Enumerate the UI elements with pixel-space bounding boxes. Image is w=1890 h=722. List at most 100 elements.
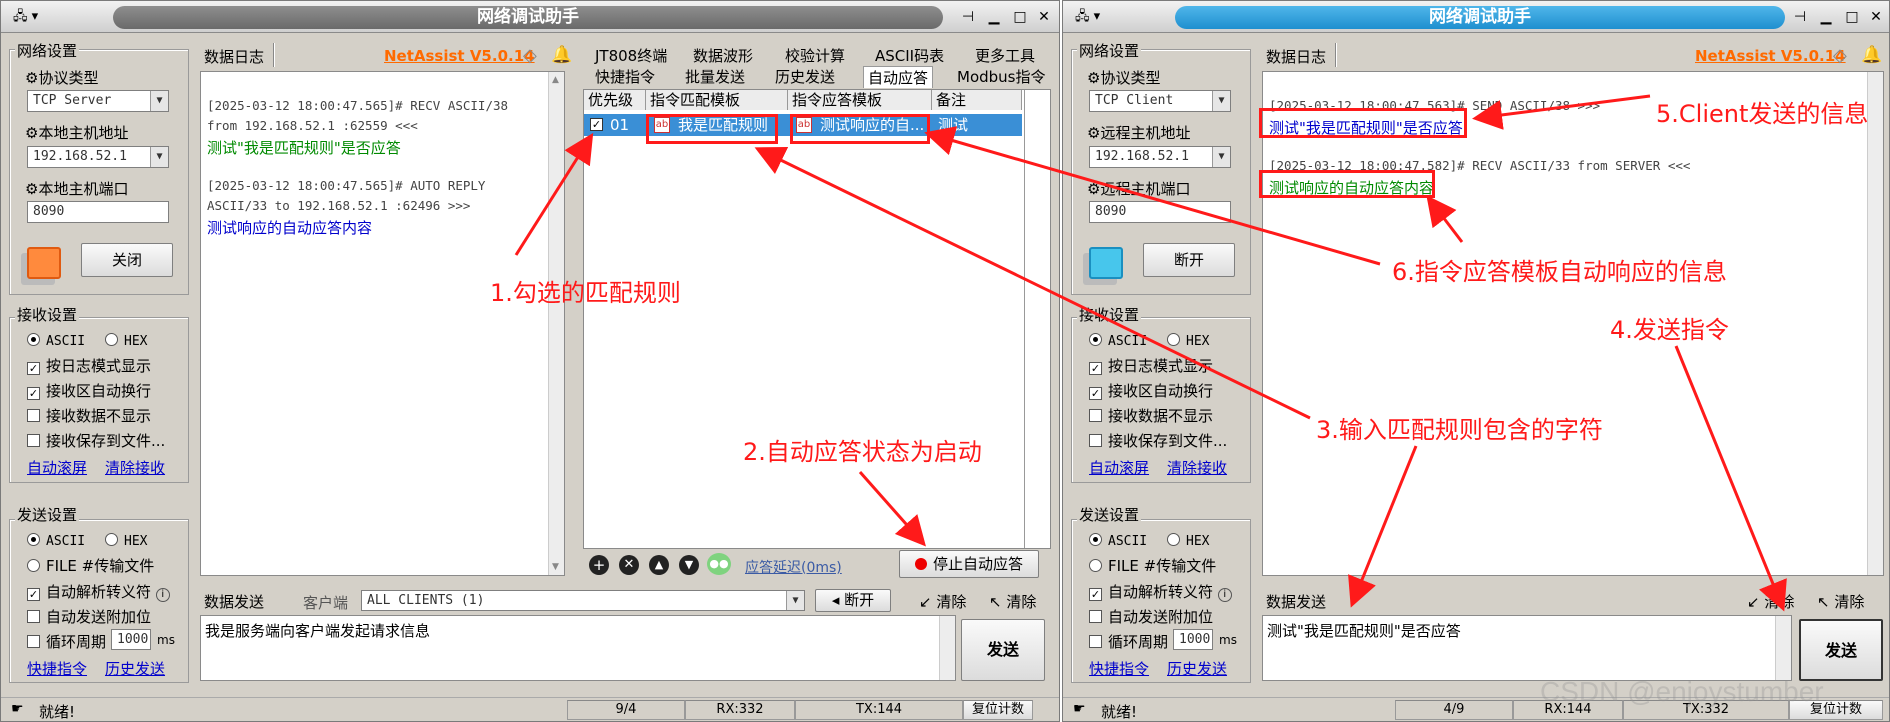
quick-commands-link[interactable]: 快捷指令	[27, 658, 87, 679]
cycle-input[interactable]: 1000	[111, 629, 151, 650]
send-hex-radio[interactable]: HEX	[105, 531, 147, 549]
auto-scroll-link[interactable]: 自动滚屏	[27, 457, 87, 478]
recv-hex-radio[interactable]: HEX	[105, 331, 147, 349]
reply-delay-link[interactable]: 应答延迟(0ms)	[745, 557, 842, 577]
recv-wrap-checkbox[interactable]: ✓ 接收区自动换行	[27, 380, 151, 401]
send-hex-radio[interactable]: HEX	[1167, 531, 1209, 549]
auto-scroll-link[interactable]: 自动滚屏	[1089, 457, 1149, 478]
client-select[interactable]: ALL CLIENTS (1) ▼	[361, 590, 805, 611]
delete-icon[interactable]: ✕	[619, 555, 639, 575]
recv-ascii-radio[interactable]: ASCII	[27, 331, 85, 349]
tab-checksum[interactable]: 校验计算	[785, 45, 845, 66]
recv-hide-checkbox[interactable]: 接收数据不显示	[27, 405, 151, 426]
bell-icon[interactable]: 🔔	[1861, 45, 1882, 65]
send-file-radio[interactable]: FILE #传输文件	[27, 555, 154, 576]
append-bit-checkbox[interactable]: 自动发送附加位	[1089, 606, 1213, 627]
clear-send-button[interactable]: ↙ 清除	[919, 591, 966, 612]
add-icon[interactable]: +	[589, 555, 609, 575]
recv-save-checkbox[interactable]: 接收保存到文件...	[1089, 430, 1227, 451]
recv-log-mode-checkbox[interactable]: ✓ 按日志模式显示	[1089, 355, 1213, 376]
title-bar[interactable]: 🖧 ▾ 网络调试助手 ⊣ ▁ □ ✕	[1, 1, 1059, 33]
data-send-tab[interactable]: 数据发送	[1266, 591, 1326, 612]
info-icon[interactable]: i	[155, 588, 170, 602]
log-scrollbar[interactable]: ▲ ▼	[548, 72, 564, 575]
cycle-input[interactable]: 1000	[1173, 629, 1213, 650]
protocol-select[interactable]: TCP Client ▼	[1089, 90, 1231, 112]
col-reply-template[interactable]: 指令应答模板	[788, 90, 932, 110]
system-menu-icon[interactable]: 🖧 ▾	[13, 8, 47, 26]
minimize-icon[interactable]: ▁	[1817, 8, 1835, 26]
tab-history-send[interactable]: 历史发送	[775, 66, 835, 87]
tab-more-tools[interactable]: 更多工具	[975, 45, 1035, 66]
append-bit-checkbox[interactable]: 自动发送附加位	[27, 606, 151, 627]
port-input[interactable]: 8090	[27, 201, 169, 223]
clear-receive-link[interactable]: 清除接收	[1167, 457, 1227, 478]
title-bar[interactable]: 🖧 ▾ 网络调试助手 ⊣ ▁ □ ✕	[1063, 1, 1889, 33]
data-log-tab[interactable]: 数据日志	[204, 46, 264, 67]
tab-waveform[interactable]: 数据波形	[693, 45, 753, 66]
data-log-tab[interactable]: 数据日志	[1266, 46, 1326, 67]
col-note[interactable]: 备注	[932, 90, 1022, 110]
send-button[interactable]: 发送	[1799, 619, 1883, 681]
send-ascii-radio[interactable]: ASCII	[1089, 531, 1147, 549]
stop-auto-reply-button[interactable]: 停止自动应答	[899, 550, 1039, 578]
clear-send-button[interactable]: ↙ 清除	[1747, 591, 1794, 612]
recv-wrap-checkbox[interactable]: ✓ 接收区自动换行	[1089, 380, 1213, 401]
brand-link[interactable]: NetAssist V5.0.14	[1695, 47, 1846, 65]
clear-all-button[interactable]: ↖ 清除	[1817, 591, 1864, 612]
recv-log-mode-checkbox[interactable]: ✓ 按日志模式显示	[27, 355, 151, 376]
recv-ascii-radio[interactable]: ASCII	[1089, 331, 1147, 349]
cycle-checkbox[interactable]: 循环周期	[27, 631, 106, 652]
send-input[interactable]: 我是服务端向客户端发起请求信息	[200, 615, 956, 681]
col-match-template[interactable]: 指令匹配模板	[646, 90, 788, 110]
pin-icon[interactable]: ⊣	[1791, 8, 1809, 26]
minimize-icon[interactable]: ▁	[985, 8, 1003, 26]
recv-save-checkbox[interactable]: 接收保存到文件...	[27, 430, 165, 451]
send-ascii-radio[interactable]: ASCII	[27, 531, 85, 549]
maximize-icon[interactable]: □	[1843, 8, 1861, 26]
row-checkbox[interactable]: ✓	[590, 118, 603, 131]
send-scrollbar[interactable]	[939, 616, 955, 680]
send-history-link[interactable]: 历史发送	[1167, 658, 1227, 679]
receive-log-area[interactable]: [2025-03-12 18:00:47.565]# RECV ASCII/38…	[200, 71, 565, 576]
reset-count-button[interactable]: 复位计数	[963, 700, 1033, 720]
send-history-link[interactable]: 历史发送	[105, 658, 165, 679]
recv-hex-radio[interactable]: HEX	[1167, 331, 1209, 349]
clear-receive-link[interactable]: 清除接收	[105, 457, 165, 478]
parse-escape-checkbox[interactable]: ✓ 自动解析转义符 i	[27, 581, 170, 602]
disconnect-button[interactable]: 断开	[1143, 243, 1235, 277]
tab-modbus[interactable]: Modbus指令	[957, 66, 1045, 87]
system-menu-icon[interactable]: 🖧 ▾	[1075, 8, 1109, 26]
protocol-select[interactable]: TCP Server ▼	[27, 90, 169, 112]
tab-batch-send[interactable]: 批量发送	[685, 66, 745, 87]
info-icon[interactable]: i	[1217, 588, 1232, 602]
recv-hide-checkbox[interactable]: 接收数据不显示	[1089, 405, 1213, 426]
close-icon[interactable]: ✕	[1035, 8, 1053, 26]
data-send-tab[interactable]: 数据发送	[204, 591, 264, 612]
receive-log-area[interactable]: [2025-03-12 18:00:47.563]# SEND ASCII/38…	[1262, 71, 1884, 576]
host-select[interactable]: 192.168.52.1 ▼	[27, 146, 169, 168]
clear-all-button[interactable]: ↖ 清除	[989, 591, 1036, 612]
tab-ascii-table[interactable]: ASCII码表	[875, 45, 944, 66]
brand-link[interactable]: NetAssist V5.0.14	[384, 47, 535, 65]
close-icon[interactable]: ✕	[1867, 8, 1885, 26]
bell-icon[interactable]: 🔔	[551, 45, 572, 65]
send-scrollbar[interactable]	[1775, 616, 1791, 680]
log-scrollbar[interactable]	[1867, 72, 1883, 575]
cycle-checkbox[interactable]: 循环周期	[1089, 631, 1168, 652]
send-input[interactable]: 测试"我是匹配规则"是否应答	[1262, 615, 1792, 681]
disconnect-client-button[interactable]: ◂ 断开	[815, 589, 891, 612]
parse-escape-checkbox[interactable]: ✓ 自动解析转义符 i	[1089, 581, 1232, 602]
grid-scrollbar[interactable]	[1024, 90, 1050, 548]
send-file-radio[interactable]: FILE #传输文件	[1089, 555, 1216, 576]
send-button[interactable]: 发送	[961, 619, 1045, 681]
move-up-icon[interactable]: ▲	[649, 555, 669, 575]
tab-jt808[interactable]: JT808终端	[595, 45, 667, 66]
tab-auto-reply[interactable]: 自动应答	[863, 66, 934, 88]
maximize-icon[interactable]: □	[1011, 8, 1029, 26]
pin-icon[interactable]: ⊣	[959, 8, 977, 26]
col-priority[interactable]: 优先级	[584, 90, 646, 110]
tab-quick-commands[interactable]: 快捷指令	[595, 66, 655, 87]
move-down-icon[interactable]: ▼	[679, 555, 699, 575]
close-connection-button[interactable]: 关闭	[81, 243, 173, 277]
